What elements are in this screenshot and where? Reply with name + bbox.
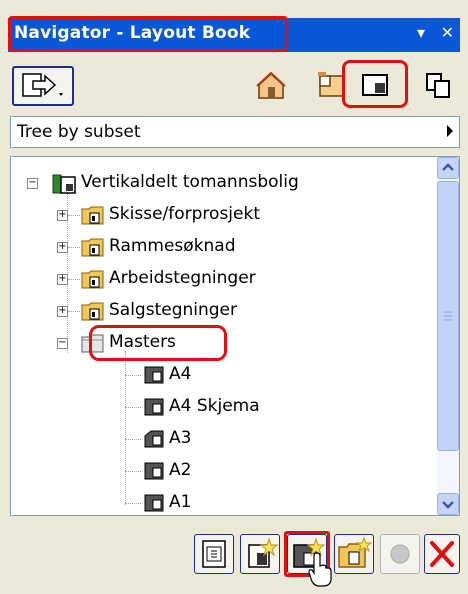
navigator-palette: Navigator - Layout Book ▾ ✕ Tree by subs… <box>0 0 468 594</box>
master-layout-icon <box>144 494 164 512</box>
master-layout-icon <box>144 462 164 480</box>
expand-icon[interactable]: + <box>57 210 68 221</box>
title-controls: ▾ ✕ <box>407 23 454 42</box>
new-master-icon <box>248 537 279 568</box>
collapse-icon[interactable]: − <box>27 178 38 189</box>
master-label: A3 <box>169 428 192 448</box>
scroll-down-button[interactable] <box>437 493 459 515</box>
view-selector-value: Tree by subset <box>17 122 141 142</box>
subset-folder-icon <box>81 238 104 257</box>
master-label: A4 <box>169 364 192 384</box>
title-highlight <box>8 16 288 52</box>
export-button[interactable] <box>12 66 74 106</box>
tree-root-label: Vertikaldelt tomannsbolig <box>81 172 299 192</box>
pin-icon[interactable]: ▾ <box>417 23 425 42</box>
settings-icon <box>202 540 226 568</box>
new-subset-button[interactable] <box>334 534 374 574</box>
subset-folder-icon <box>81 270 104 289</box>
export-icon <box>22 73 63 97</box>
toolbar <box>8 58 460 108</box>
delete-icon <box>430 541 454 567</box>
scrollbar[interactable] <box>437 157 459 515</box>
master-label: A2 <box>169 460 192 480</box>
disabled-icon <box>390 544 410 564</box>
hand-cursor-icon <box>308 552 332 587</box>
masters-highlight <box>89 325 227 361</box>
tree-panel: − Vertikaldelt tomannsbolig + Skisse/for… <box>10 156 460 516</box>
chevron-up-icon <box>442 163 454 171</box>
scroll-up-button[interactable] <box>437 157 459 179</box>
layout-book-folder-icon <box>52 174 76 194</box>
project-map-icon[interactable] <box>254 68 288 102</box>
chevron-down-icon <box>442 501 454 509</box>
subset-folder-icon <box>81 206 104 225</box>
bottom-toolbar <box>8 526 460 587</box>
layout-book-icon[interactable] <box>358 68 392 102</box>
expand-icon[interactable]: + <box>57 306 68 317</box>
delete-button[interactable] <box>424 534 460 574</box>
collapse-icon[interactable]: − <box>57 338 68 349</box>
view-selector[interactable]: Tree by subset <box>10 116 460 148</box>
publisher-icon[interactable] <box>422 68 456 102</box>
expand-icon[interactable]: + <box>57 274 68 285</box>
settings-button[interactable] <box>194 534 234 574</box>
subset-label: Salgstegninger <box>109 300 238 320</box>
chevron-right-icon <box>447 125 453 137</box>
new-master-button[interactable] <box>240 534 280 574</box>
subset-folder-icon <box>81 302 104 321</box>
scroll-thumb[interactable] <box>437 181 459 451</box>
new-subset-icon <box>338 536 373 568</box>
close-icon[interactable]: ✕ <box>441 23 454 42</box>
expand-icon[interactable]: + <box>57 242 68 253</box>
subset-label: Arbeidstegninger <box>109 268 256 288</box>
disabled-button[interactable] <box>380 534 420 574</box>
master-layout-landscape-icon <box>144 430 164 448</box>
master-layout-icon <box>144 366 164 384</box>
master-label: A1 <box>169 492 192 512</box>
master-layout-icon <box>144 398 164 416</box>
subset-label: Skisse/forprosjekt <box>109 204 260 224</box>
subset-label: Rammesøknad <box>109 236 236 256</box>
master-label: A4 Skjema <box>169 396 260 416</box>
